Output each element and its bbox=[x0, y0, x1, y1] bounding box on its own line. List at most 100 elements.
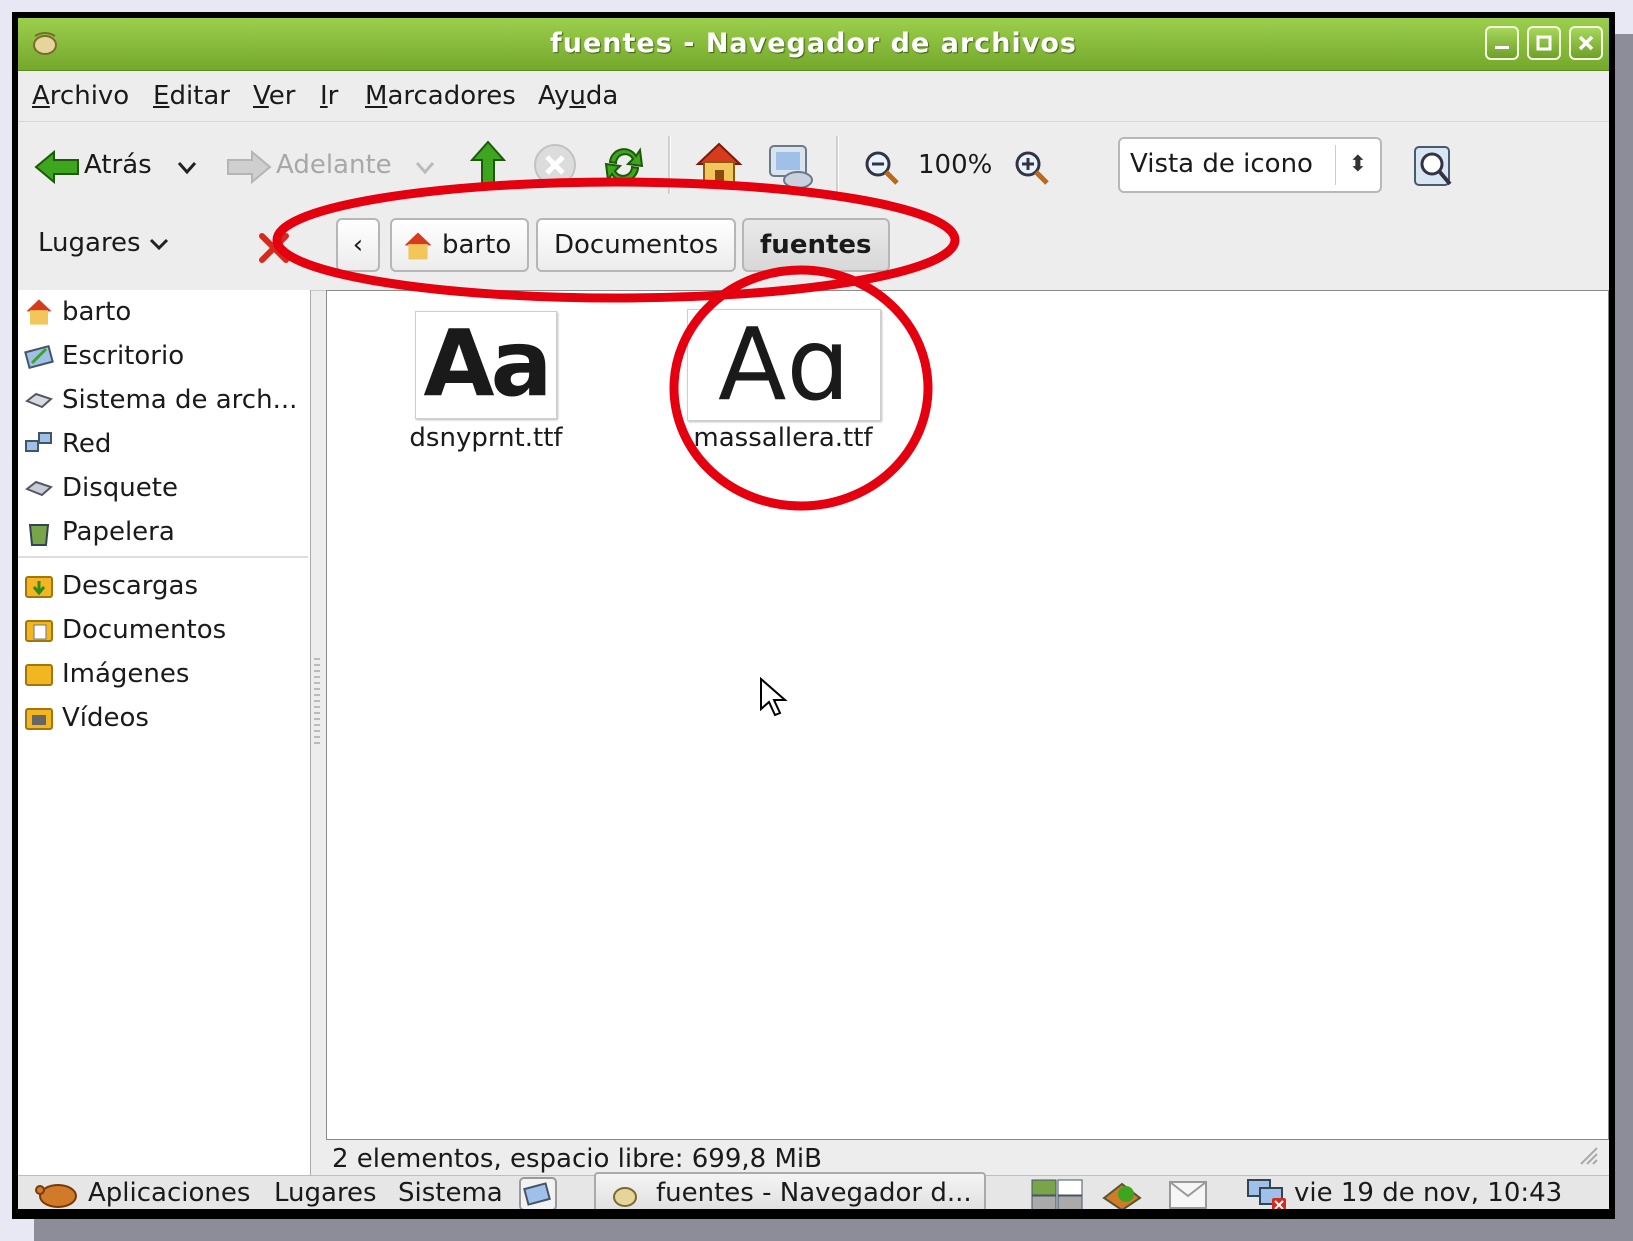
menu-marcadores[interactable]: Marcadores bbox=[365, 81, 516, 111]
floppy-icon bbox=[25, 480, 53, 497]
sidebar-item-videos[interactable]: Vídeos bbox=[24, 698, 149, 738]
file-manager-window: fuentes - Navegador de archivos Archivo … bbox=[12, 12, 1615, 1219]
app-icon bbox=[613, 1187, 637, 1207]
updown-arrows-icon: ⬍ bbox=[1335, 145, 1380, 185]
mail-icon[interactable] bbox=[1168, 1180, 1208, 1209]
sidebar-item-label: Sistema de arch... bbox=[62, 385, 298, 415]
resize-grip-icon[interactable] bbox=[1577, 1144, 1599, 1166]
home-icon[interactable] bbox=[694, 140, 744, 190]
places-sidebar: barto Escritorio Sistema de arch... Red … bbox=[18, 290, 311, 1175]
file-icon-dsnyprnt[interactable]: Aa bbox=[415, 311, 557, 419]
zoom-in-icon[interactable] bbox=[1014, 150, 1050, 186]
documents-folder-icon bbox=[25, 620, 53, 642]
minimize-icon bbox=[1495, 46, 1509, 49]
forward-button[interactable]: Adelante bbox=[276, 150, 392, 180]
breadcrumb-barto[interactable]: barto bbox=[390, 218, 530, 272]
file-name-dsnyprnt[interactable]: dsnyprnt.ttf bbox=[397, 423, 575, 453]
stop-icon[interactable] bbox=[532, 142, 578, 188]
breadcrumb-fuentes[interactable]: fuentes bbox=[742, 218, 890, 272]
system-menu[interactable]: Sistema bbox=[398, 1178, 503, 1208]
desktop-icon bbox=[24, 344, 54, 370]
file-view[interactable]: Aa dsnyprnt.ttf Aɑ massallera.ttf bbox=[326, 290, 1609, 1140]
sidebar-item-papelera[interactable]: Papelera bbox=[24, 512, 175, 552]
clock[interactable]: vie 19 de nov, 10:43 bbox=[1294, 1178, 1562, 1208]
sidebar-item-label: Red bbox=[62, 429, 112, 459]
back-button[interactable]: Atrás bbox=[84, 150, 152, 180]
chevron-down-icon bbox=[149, 238, 168, 251]
back-arrow-icon bbox=[34, 150, 79, 184]
chevron-left-icon: ‹ bbox=[352, 230, 364, 260]
close-button[interactable] bbox=[1569, 26, 1603, 60]
menu-ver[interactable]: Ver bbox=[253, 81, 295, 111]
up-arrow-icon[interactable] bbox=[470, 140, 506, 186]
sidebar-item-label: barto bbox=[62, 297, 132, 327]
close-sidebar-icon[interactable] bbox=[256, 230, 292, 266]
file-icon-massallera[interactable]: Aɑ bbox=[687, 309, 881, 421]
sidebar-item-label: Escritorio bbox=[62, 341, 185, 371]
window-body: fuentes - Navegador de archivos Archivo … bbox=[18, 18, 1609, 1209]
toolbar-separator bbox=[668, 136, 671, 194]
network-status-icon[interactable] bbox=[1244, 1176, 1290, 1209]
maximize-button[interactable] bbox=[1527, 26, 1561, 60]
window-title: fuentes - Navegador de archivos bbox=[550, 28, 1077, 59]
menu-archivo[interactable]: Archivo bbox=[32, 81, 129, 111]
workspace-switcher-icon[interactable] bbox=[1030, 1178, 1084, 1209]
applications-menu[interactable]: Aplicaciones bbox=[88, 1178, 250, 1208]
sidebar-item-barto[interactable]: barto bbox=[24, 292, 131, 332]
pictures-folder-icon bbox=[25, 664, 53, 686]
menu-editar[interactable]: Editar bbox=[153, 81, 230, 111]
home-icon bbox=[404, 232, 432, 260]
sidebar-item-label: Papelera bbox=[62, 517, 175, 547]
forward-history-chevron-icon[interactable] bbox=[414, 160, 436, 176]
sidebar-item-imagenes[interactable]: Imágenes bbox=[24, 654, 189, 694]
pane-resize-handle[interactable] bbox=[314, 658, 320, 748]
menu-ir[interactable]: Ir bbox=[320, 81, 338, 111]
title-bar[interactable]: fuentes - Navegador de archivos bbox=[18, 18, 1609, 71]
sidebar-item-escritorio[interactable]: Escritorio bbox=[24, 336, 184, 376]
gnome-foot-icon bbox=[35, 1184, 77, 1208]
breadcrumb-scroll-left-button[interactable]: ‹ bbox=[336, 218, 380, 272]
font-preview: Aa bbox=[423, 310, 552, 417]
taskbar-window-label: fuentes - Navegador d... bbox=[656, 1178, 972, 1208]
harddisk-icon bbox=[25, 392, 53, 409]
sidebar-item-sistema-de-archivos[interactable]: Sistema de arch... bbox=[24, 380, 297, 420]
sidebar-item-label: Imágenes bbox=[62, 659, 190, 689]
sidebar-item-label: Descargas bbox=[62, 571, 199, 601]
mouse-cursor-icon bbox=[760, 677, 788, 717]
menu-bar: Archivo Editar Ver Ir Marcadores Ayuda bbox=[18, 71, 1609, 122]
back-history-chevron-icon[interactable] bbox=[176, 160, 198, 176]
close-icon bbox=[1578, 35, 1594, 51]
sidebar-item-red[interactable]: Red bbox=[24, 424, 111, 464]
taskbar-window-button[interactable]: fuentes - Navegador d... bbox=[594, 1172, 986, 1209]
breadcrumb-label: barto bbox=[442, 230, 512, 260]
sidebar-item-disquete[interactable]: Disquete bbox=[24, 468, 178, 508]
sidebar-item-descargas[interactable]: Descargas bbox=[24, 566, 198, 606]
breadcrumb-label: fuentes bbox=[760, 230, 872, 260]
font-preview: Aɑ bbox=[718, 306, 850, 423]
minimize-button[interactable] bbox=[1485, 26, 1519, 60]
window-controls bbox=[1485, 26, 1603, 60]
places-dropdown[interactable]: Lugares bbox=[38, 228, 169, 258]
zoom-out-icon[interactable] bbox=[864, 150, 900, 186]
maximize-icon bbox=[1536, 35, 1552, 51]
menu-ayuda[interactable]: Ayuda bbox=[538, 81, 618, 111]
status-bar-text: 2 elementos, espacio libre: 699,8 MiB bbox=[332, 1144, 822, 1174]
view-mode-select[interactable]: Vista de icono ⬍ bbox=[1118, 137, 1382, 193]
forward-arrow-icon bbox=[227, 150, 272, 184]
show-desktop-icon[interactable] bbox=[518, 1176, 558, 1209]
videos-folder-icon bbox=[25, 708, 53, 730]
sidebar-item-documentos[interactable]: Documentos bbox=[24, 610, 226, 650]
zoom-level[interactable]: 100% bbox=[918, 150, 992, 180]
reload-icon[interactable] bbox=[600, 142, 648, 188]
places-menu[interactable]: Lugares bbox=[274, 1178, 377, 1208]
network-icon bbox=[25, 432, 52, 452]
home-icon bbox=[26, 299, 52, 325]
file-name-massallera[interactable]: massallera.ttf bbox=[683, 423, 883, 453]
breadcrumb-documentos[interactable]: Documentos bbox=[536, 218, 737, 272]
update-notifier-icon[interactable] bbox=[1100, 1178, 1144, 1209]
downloads-folder-icon bbox=[25, 576, 53, 598]
computer-icon[interactable] bbox=[766, 140, 816, 192]
sidebar-separator bbox=[18, 556, 308, 558]
search-icon[interactable] bbox=[1412, 144, 1456, 190]
sidebar-item-label: Disquete bbox=[62, 473, 178, 503]
